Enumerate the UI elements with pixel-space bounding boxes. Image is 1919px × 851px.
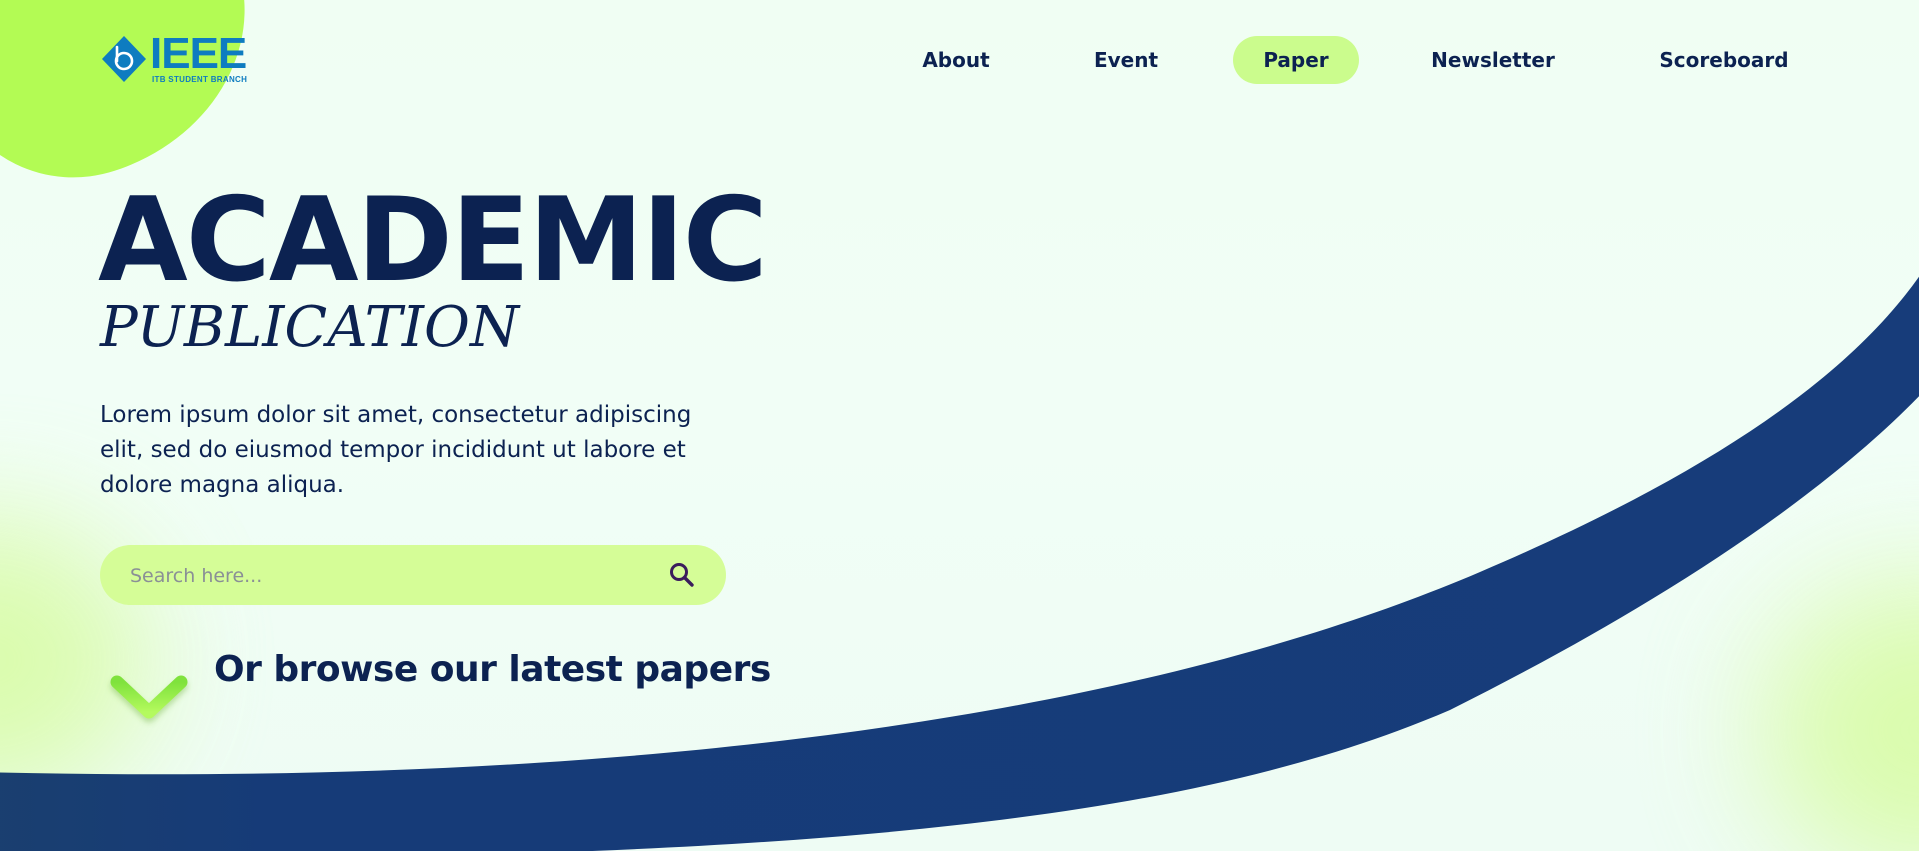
hero-description: Lorem ipsum dolor sit amet, consectetur …: [100, 402, 692, 498]
page: IEEE ITB STUDENT BRANCH About Event Pape…: [0, 0, 1919, 851]
nav-item-scoreboard[interactable]: Scoreboard: [1642, 36, 1806, 84]
search-icon[interactable]: [668, 561, 696, 589]
nav-item-newsletter[interactable]: Newsletter: [1418, 36, 1568, 84]
browse-section[interactable]: Or browse our latest papers: [100, 628, 780, 728]
brand-name: IEEE: [150, 29, 247, 78]
nav-item-about[interactable]: About: [900, 36, 1012, 84]
hero-subtitle: PUBLICATION: [100, 295, 519, 360]
hero-title: ACADEMIC: [98, 173, 768, 308]
brand-subtitle: ITB STUDENT BRANCH: [152, 75, 248, 84]
search-bar: [100, 545, 726, 607]
nav-item-paper[interactable]: Paper: [1233, 36, 1359, 84]
nav-item-event[interactable]: Event: [1072, 36, 1180, 84]
browse-label: Or browse our latest papers: [214, 649, 771, 690]
ieee-diamond-icon: [102, 36, 146, 82]
search-input[interactable]: [128, 545, 632, 607]
ieee-logo[interactable]: IEEE ITB STUDENT BRANCH: [100, 29, 248, 84]
arrow-down-icon: [110, 629, 188, 719]
